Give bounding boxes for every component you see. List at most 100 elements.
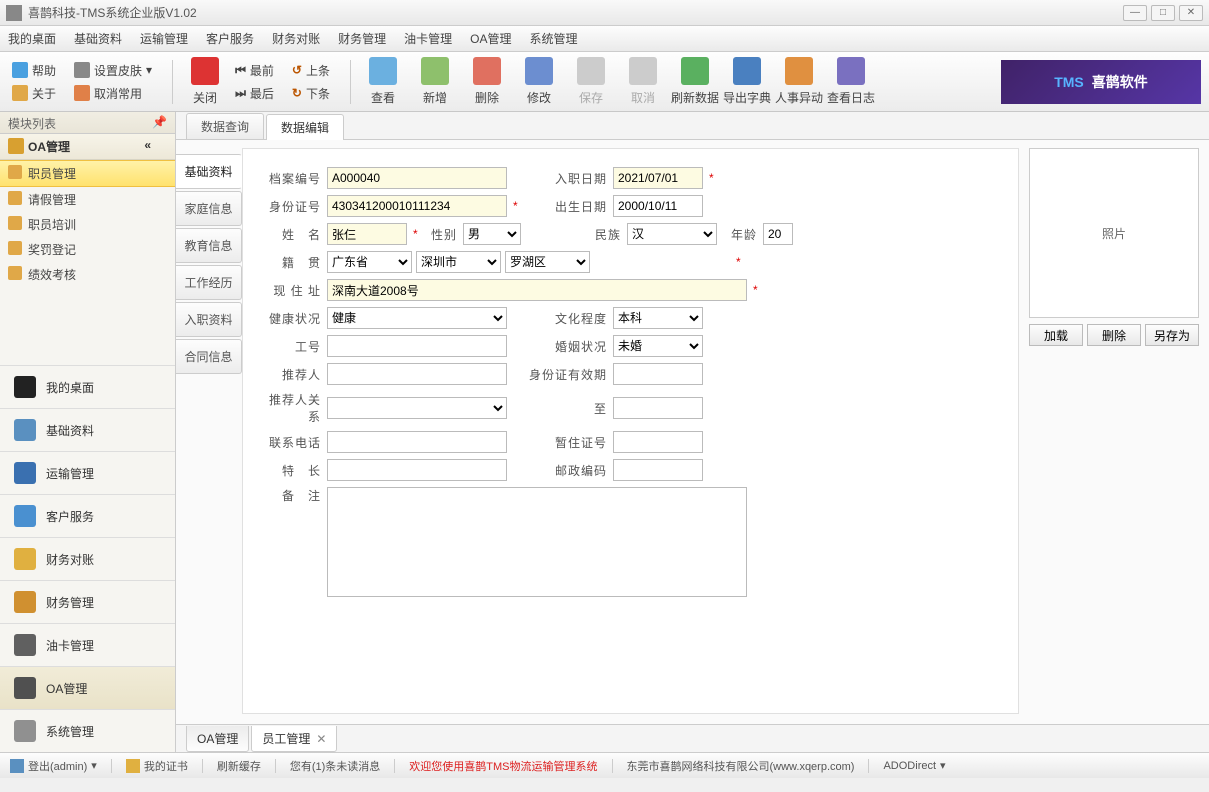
log-tool[interactable]: 查看日志 — [825, 57, 877, 106]
nav-fuelcard[interactable]: 油卡管理 — [0, 623, 175, 666]
close-button[interactable]: ✕ — [1179, 5, 1203, 21]
home-icon — [12, 85, 28, 101]
input-hiredate[interactable] — [613, 167, 703, 189]
edit-tool[interactable]: 修改 — [513, 57, 565, 106]
menu-basic[interactable]: 基础资料 — [74, 30, 122, 47]
close-icon — [191, 57, 219, 85]
select-refrel[interactable] — [327, 397, 507, 419]
menu-system[interactable]: 系统管理 — [529, 30, 577, 47]
nav-system[interactable]: 系统管理 — [0, 709, 175, 752]
select-marriage[interactable]: 未婚 — [613, 335, 703, 357]
input-zip[interactable] — [613, 459, 703, 481]
input-birthdate[interactable] — [613, 195, 703, 217]
select-edu[interactable]: 本科 — [613, 307, 703, 329]
tab-edit[interactable]: 数据编辑 — [266, 114, 344, 140]
about-button[interactable]: 关于 — [8, 83, 60, 104]
select-province[interactable]: 广东省 — [327, 251, 412, 273]
close-tool[interactable]: 关闭 — [179, 57, 231, 106]
status-cert[interactable]: 我的证书 — [126, 758, 188, 774]
status-refresh[interactable]: 刷新缓存 — [217, 758, 261, 774]
minimize-button[interactable]: — — [1123, 5, 1147, 21]
select-health[interactable]: 健康 — [327, 307, 507, 329]
help-button[interactable]: 帮助 — [8, 60, 60, 81]
menu-desktop[interactable]: 我的桌面 — [8, 30, 56, 47]
input-tempid[interactable] — [613, 431, 703, 453]
input-referrer[interactable] — [327, 363, 507, 385]
input-idvalid[interactable] — [613, 363, 703, 385]
input-id-no[interactable] — [327, 195, 507, 217]
select-sex[interactable]: 男 — [463, 223, 521, 245]
sidebar-item-leave[interactable]: 请假管理 — [0, 187, 175, 212]
nav-customer[interactable]: 客户服务 — [0, 494, 175, 537]
label-health: 健康状况 — [257, 310, 321, 327]
skin-button[interactable]: 设置皮肤 ▾ — [70, 60, 156, 81]
cancel-common-button[interactable]: 取消常用 — [70, 83, 156, 104]
status-company: 东莞市喜鹊网络科技有限公司(www.xqerp.com) — [627, 758, 855, 774]
truck-icon — [14, 462, 36, 484]
prev-button[interactable]: ↺ 上条 — [288, 60, 334, 81]
sidebar-item-reward[interactable]: 奖罚登记 — [0, 237, 175, 262]
photo-saveas-button[interactable]: 另存为 — [1145, 324, 1199, 346]
pin-icon[interactable]: 📌 — [152, 115, 167, 130]
status-unread[interactable]: 您有(1)条未读消息 — [290, 758, 380, 774]
input-idvalid-to[interactable] — [613, 397, 703, 419]
input-empno[interactable] — [327, 335, 507, 357]
tab-query[interactable]: 数据查询 — [186, 113, 264, 139]
select-district[interactable]: 罗湖区 — [505, 251, 590, 273]
status-login[interactable]: 登出(admin) ▾ — [10, 758, 97, 774]
delete-tool[interactable]: 删除 — [461, 57, 513, 106]
nav-transport[interactable]: 运输管理 — [0, 451, 175, 494]
nav-desktop[interactable]: 我的桌面 — [0, 365, 175, 408]
ctab-oa[interactable]: OA管理 — [186, 726, 249, 752]
menu-finance-check[interactable]: 财务对账 — [272, 30, 320, 47]
subtab-family[interactable]: 家庭信息 — [176, 191, 242, 226]
transfer-tool[interactable]: 人事异动 — [773, 57, 825, 106]
subtab-entry[interactable]: 入职资料 — [176, 302, 242, 337]
input-skill[interactable] — [327, 459, 507, 481]
input-name[interactable] — [327, 223, 407, 245]
delete-icon — [473, 57, 501, 85]
ledger-icon — [14, 548, 36, 570]
menu-customer[interactable]: 客户服务 — [206, 30, 254, 47]
maximize-button[interactable]: □ — [1151, 5, 1175, 21]
refresh-tool[interactable]: 刷新数据 — [669, 57, 721, 106]
select-nation[interactable]: 汉 — [627, 223, 717, 245]
sidebar-item-performance[interactable]: 绩效考核 — [0, 262, 175, 287]
photo-load-button[interactable]: 加载 — [1029, 324, 1083, 346]
view-tool[interactable]: 查看 — [357, 57, 409, 106]
top-tabbar: 数据查询 数据编辑 — [176, 112, 1209, 140]
photo-delete-button[interactable]: 删除 — [1087, 324, 1141, 346]
close-tab-icon[interactable]: ✕ — [316, 732, 326, 746]
subtab-contract[interactable]: 合同信息 — [176, 339, 242, 374]
nav-basic[interactable]: 基础资料 — [0, 408, 175, 451]
menu-finance[interactable]: 财务管理 — [338, 30, 386, 47]
nav-finance-check[interactable]: 财务对账 — [0, 537, 175, 580]
select-city[interactable]: 深圳市 — [416, 251, 501, 273]
menu-transport[interactable]: 运输管理 — [140, 30, 188, 47]
subtab-work[interactable]: 工作经历 — [176, 265, 242, 300]
input-address[interactable] — [327, 279, 747, 301]
input-phone[interactable] — [327, 431, 507, 453]
nav-oa[interactable]: OA管理 — [0, 666, 175, 709]
menu-oa[interactable]: OA管理 — [470, 30, 511, 47]
sidebar-item-employee[interactable]: 职员管理 — [0, 160, 175, 187]
sidebar-item-training[interactable]: 职员培训 — [0, 212, 175, 237]
nav-finance[interactable]: 财务管理 — [0, 580, 175, 623]
menu-fuelcard[interactable]: 油卡管理 — [404, 30, 452, 47]
first-button[interactable]: ⏮ 最前 — [231, 60, 278, 81]
refresh-icon — [681, 57, 709, 85]
input-age[interactable] — [763, 223, 793, 245]
input-file-no[interactable] — [327, 167, 507, 189]
last-button[interactable]: ⏭ 最后 — [231, 83, 278, 104]
subtab-basic[interactable]: 基础资料 — [176, 154, 242, 189]
sidebar-category-oa[interactable]: OA管理« — [0, 134, 175, 160]
ctab-employee[interactable]: 员工管理✕ — [251, 726, 337, 752]
next-button[interactable]: ↻ 下条 — [288, 83, 334, 104]
subtab-education[interactable]: 教育信息 — [176, 228, 242, 263]
export-tool[interactable]: 导出字典 — [721, 57, 773, 106]
save-tool: 保存 — [565, 57, 617, 106]
add-tool[interactable]: 新增 — [409, 57, 461, 106]
photo-panel: 照片 加载 删除 另存为 — [1029, 148, 1199, 714]
status-ado[interactable]: ADODirect ▾ — [883, 759, 945, 772]
input-remark[interactable] — [327, 487, 747, 597]
